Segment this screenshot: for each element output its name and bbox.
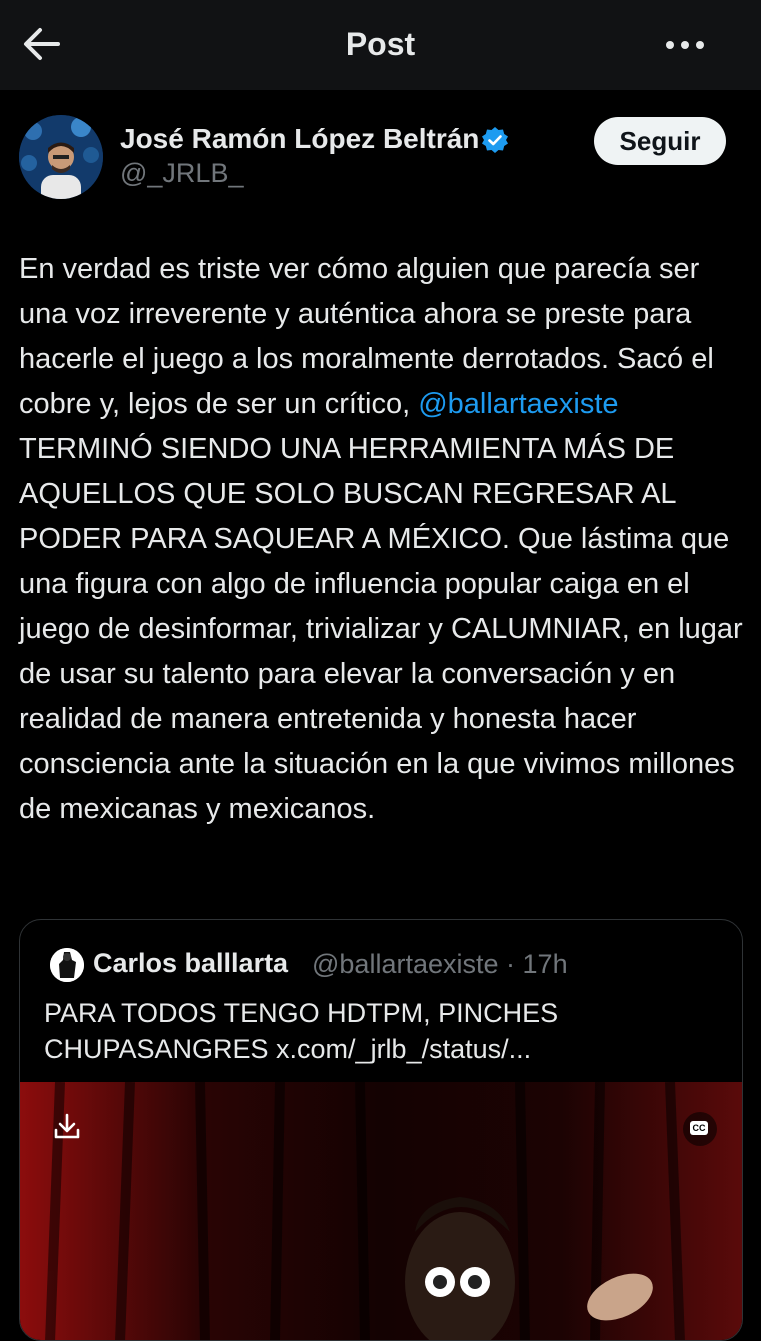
quoted-post-card[interactable]: Carlos balllarta @ballartaexiste · 17h P…: [19, 919, 743, 1341]
mention-link[interactable]: @ballartaexiste: [418, 388, 618, 420]
cc-label: CC: [690, 1121, 708, 1135]
post-text: En verdad es triste ver cómo alguien que…: [19, 247, 744, 832]
author-avatar[interactable]: [19, 115, 103, 199]
follow-button[interactable]: Seguir: [594, 117, 726, 165]
page-title: Post: [345, 26, 416, 62]
post-text-part-2: TERMINÓ SIENDO UNA HERRAMIENTA MÁS DE AQ…: [19, 433, 743, 825]
quote-separator: ·: [506, 949, 516, 979]
quote-author-handle[interactable]: @ballartaexiste: [312, 949, 499, 979]
verified-badge-icon: [482, 127, 508, 153]
download-icon[interactable]: [52, 1112, 82, 1142]
quote-video[interactable]: CC: [20, 1082, 742, 1340]
quote-time: 17h: [522, 949, 568, 979]
quote-author-name[interactable]: Carlos balllarta: [93, 948, 288, 979]
author-name[interactable]: José Ramón López Beltrán: [120, 123, 479, 155]
quote-meta: @ballartaexiste · 17h: [312, 949, 568, 980]
quote-author-avatar: [50, 948, 84, 982]
quote-text: PARA TODOS TENGO HDTPM, PINCHES CHUPASAN…: [44, 998, 559, 1064]
more-horizontal-icon[interactable]: [660, 26, 710, 66]
author-handle[interactable]: @_JRLB_: [120, 158, 243, 189]
closed-captions-icon[interactable]: CC: [683, 1112, 717, 1146]
top-bar: Post: [0, 0, 761, 90]
